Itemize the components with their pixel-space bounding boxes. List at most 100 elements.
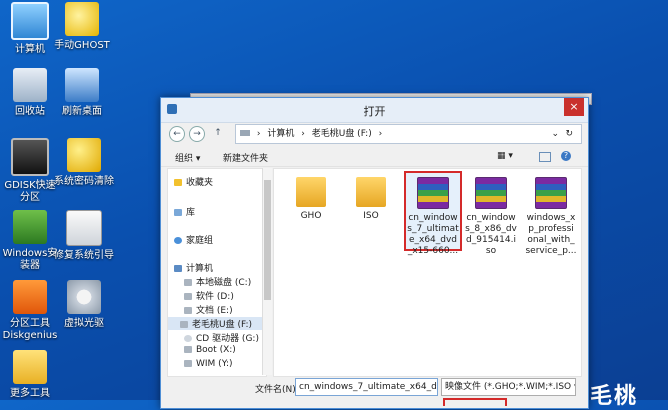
file-name: cn_window s_8_x86_dv d_915414.i so bbox=[465, 213, 517, 256]
filename-label: 文件名(N): bbox=[255, 385, 299, 395]
desktop-icon-diskgenius[interactable]: 分区工具Diskgenius bbox=[0, 280, 60, 342]
rar-archive-icon bbox=[475, 177, 507, 209]
desktop-icon-label: 系统密码清除 bbox=[54, 176, 114, 187]
computer-icon bbox=[11, 2, 49, 40]
navigation-scrollbar[interactable] bbox=[262, 168, 272, 375]
sidebar-item-label: 文档 (E:) bbox=[196, 306, 233, 316]
sidebar-item-label: 计算机 bbox=[186, 264, 214, 274]
address-dropdown-icon[interactable]: ⌄ bbox=[551, 125, 559, 143]
file-item-win7[interactable]: cn_window s_7_ultimat e_x64_dvd _x15-660… bbox=[404, 171, 462, 256]
up-button[interactable]: ↑ bbox=[211, 126, 225, 140]
desktop-brand-text: 毛桃 bbox=[590, 384, 639, 409]
desktop-icon-more-tools[interactable]: 更多工具 bbox=[0, 350, 60, 400]
breadcrumb-usb-drive[interactable]: 老毛桃U盘 (F:) bbox=[312, 129, 372, 139]
command-toolbar: 组织 ▾ 新建文件夹 ▦ ▾ ? bbox=[161, 146, 588, 167]
refresh-icon[interactable]: ↻ bbox=[565, 125, 573, 143]
desktop-icon-manual-ghost[interactable]: 手动GHOST bbox=[52, 2, 112, 52]
filename-input[interactable]: cn_windows_7_ultimate_x64_dv bbox=[295, 378, 438, 396]
sidebar-item-label: CD 驱动器 (G:) bbox=[196, 334, 259, 344]
cd-drive-icon bbox=[184, 335, 192, 342]
desktop-icon-label: 虚拟光驱 bbox=[64, 318, 104, 329]
desktop-icon-label: 分区工具Diskgenius bbox=[2, 318, 58, 341]
file-item-gho[interactable]: GHO bbox=[284, 173, 338, 222]
drive-icon bbox=[184, 293, 192, 300]
folder-icon bbox=[296, 177, 326, 207]
sidebar-item-homegroup[interactable]: 家庭组 bbox=[174, 233, 213, 246]
drive-icon bbox=[184, 346, 192, 353]
desktop-icon-label: 手动GHOST bbox=[54, 40, 110, 51]
file-name: cn_window s_7_ultimat e_x64_dvd _x15-660… bbox=[407, 213, 459, 256]
forward-button[interactable]: → bbox=[189, 126, 205, 142]
breadcrumb-separator[interactable]: › bbox=[379, 129, 383, 139]
folder-icon bbox=[13, 350, 47, 384]
sidebar-item-drive-g[interactable]: CD 驱动器 (G:) bbox=[184, 331, 259, 344]
desktop-icon-refresh[interactable]: 刷新桌面 bbox=[52, 68, 112, 118]
desktop-icon-virtual-cd[interactable]: 虚拟光驱 bbox=[54, 280, 114, 330]
file-item-winxp[interactable]: windows_x p_professi onal_with_ service_… bbox=[524, 173, 578, 257]
drive-icon bbox=[184, 307, 192, 314]
desktop-icon-label: GDISK快速分区 bbox=[4, 180, 56, 203]
sidebar-item-label: 家庭组 bbox=[186, 236, 214, 246]
rar-archive-icon bbox=[417, 177, 449, 209]
file-item-win8[interactable]: cn_window s_8_x86_dv d_915414.i so bbox=[464, 173, 518, 257]
filetype-select[interactable]: 映像文件 (*.GHO;*.WIM;*.ISO ▾ bbox=[441, 378, 576, 396]
desktop-icon-label: 更多工具 bbox=[10, 388, 50, 399]
navigation-pane: 收藏夹 库 家庭组 计算机 本地磁盘 (C:) 软件 (D:) 文档 (E:) … bbox=[167, 168, 267, 377]
file-name: GHO bbox=[300, 211, 322, 221]
sidebar-item-drive-c[interactable]: 本地磁盘 (C:) bbox=[184, 275, 251, 288]
sidebar-item-label: 库 bbox=[186, 208, 196, 218]
sidebar-item-label: Boot (X:) bbox=[196, 345, 236, 355]
desktop-icon-label: Windows安装器 bbox=[2, 248, 58, 271]
desktop-icon-windows-installer[interactable]: Windows安装器 bbox=[0, 210, 60, 272]
open-file-dialog: 打开 × ← → ↑ › 计算机 › 老毛桃U盘 (F:) › ⌄ ↻ 组织 ▾… bbox=[160, 97, 589, 409]
address-bar[interactable]: › 计算机 › 老毛桃U盘 (F:) › ⌄ ↻ bbox=[235, 124, 582, 144]
file-name: ISO bbox=[363, 211, 379, 221]
desktop-icon-password-clear[interactable]: 系统密码清除 bbox=[54, 138, 114, 188]
computer-icon bbox=[174, 265, 182, 272]
drive-icon bbox=[184, 279, 192, 286]
desktop-icon-recycle-bin[interactable]: 回收站 bbox=[0, 68, 60, 118]
ghost-icon bbox=[65, 2, 99, 36]
desktop-icon-label: 计算机 bbox=[15, 44, 45, 55]
rar-archive-icon bbox=[535, 177, 567, 209]
desktop-icon-gdisk[interactable]: GDISK快速分区 bbox=[0, 138, 60, 204]
sidebar-item-drive-y[interactable]: WIM (Y:) bbox=[184, 359, 233, 369]
scrollbar-thumb[interactable] bbox=[264, 180, 271, 300]
close-button[interactable]: × bbox=[564, 98, 584, 116]
preview-pane-icon[interactable] bbox=[539, 152, 551, 162]
dialog-title: 打开 bbox=[363, 105, 386, 118]
file-item-iso[interactable]: ISO bbox=[344, 173, 398, 222]
organize-button[interactable]: 组织 ▾ bbox=[175, 151, 200, 164]
dialog-footer: 文件名(N): cn_windows_7_ultimate_x64_dv 映像文… bbox=[161, 378, 588, 406]
sidebar-item-favorites[interactable]: 收藏夹 bbox=[174, 175, 213, 188]
new-folder-button[interactable]: 新建文件夹 bbox=[223, 151, 268, 164]
breadcrumb-separator: › bbox=[256, 129, 261, 139]
drive-icon bbox=[240, 130, 250, 136]
sidebar-item-label: 软件 (D:) bbox=[196, 292, 234, 302]
dialog-titlebar[interactable]: 打开 × bbox=[161, 98, 588, 123]
sidebar-item-computer[interactable]: 计算机 bbox=[174, 261, 213, 274]
address-row: ← → ↑ › 计算机 › 老毛桃U盘 (F:) › ⌄ ↻ bbox=[167, 124, 582, 144]
first-aid-kit-icon bbox=[66, 210, 102, 246]
sidebar-item-drive-d[interactable]: 软件 (D:) bbox=[184, 289, 234, 302]
help-icon[interactable]: ? bbox=[561, 151, 571, 161]
recycle-bin-icon bbox=[13, 68, 47, 102]
sidebar-item-drive-e[interactable]: 文档 (E:) bbox=[184, 303, 233, 316]
cd-icon bbox=[67, 280, 101, 314]
sidebar-item-label: 收藏夹 bbox=[186, 178, 214, 188]
sidebar-item-libraries[interactable]: 库 bbox=[174, 205, 195, 218]
back-button[interactable]: ← bbox=[169, 126, 185, 142]
key-icon bbox=[67, 138, 101, 172]
desktop-icon-repair-boot[interactable]: 修复系统引导 bbox=[54, 210, 114, 262]
file-name: windows_x p_professi onal_with_ service_… bbox=[525, 213, 577, 256]
open-button-highlight[interactable] bbox=[443, 398, 507, 406]
sidebar-item-drive-f[interactable]: 老毛桃U盘 (F:) bbox=[168, 317, 266, 330]
desktop-icon-computer[interactable]: 计算机 bbox=[0, 2, 60, 56]
breadcrumb-computer[interactable]: 计算机 bbox=[267, 129, 294, 139]
diskgenius-icon bbox=[13, 280, 47, 314]
library-icon bbox=[174, 209, 182, 216]
desktop-icon-label: 回收站 bbox=[15, 106, 45, 117]
homegroup-icon bbox=[174, 237, 182, 244]
view-options-button[interactable]: ▦ ▾ bbox=[497, 151, 513, 161]
sidebar-item-drive-x[interactable]: Boot (X:) bbox=[184, 345, 236, 355]
